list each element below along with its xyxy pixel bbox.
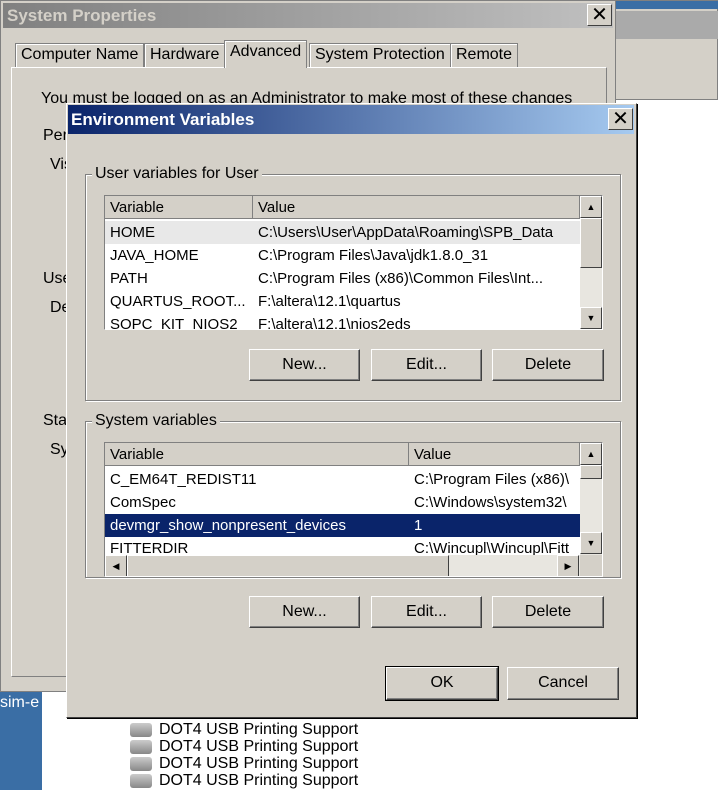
- table-row[interactable]: C_EM64T_REDIST11 C:\Program Files (x86)\: [105, 468, 580, 491]
- title-bar: System Properties: [3, 3, 613, 28]
- printer-icon: [130, 756, 152, 771]
- vertical-scrollbar[interactable]: ▲ ▼: [580, 443, 602, 555]
- table-row[interactable]: PATH C:\Program Files (x86)\Common Files\…: [105, 267, 580, 290]
- system-new-button[interactable]: New...: [249, 596, 360, 628]
- section-label: Per: [43, 127, 68, 144]
- printer-icon: [130, 739, 152, 754]
- table-row[interactable]: QUARTUS_ROOT... F:\altera\12.1\quartus: [105, 290, 580, 313]
- table-row-selected[interactable]: devmgr_show_nonpresent_devices 1: [105, 514, 580, 537]
- desktop-label: sim-e: [0, 694, 40, 711]
- window-title: System Properties: [7, 6, 157, 25]
- system-variables-list[interactable]: Variable Value C_EM64T_REDIST11 C:\Progra…: [104, 442, 603, 577]
- device-item[interactable]: DOT4 USB Printing Support: [130, 738, 358, 755]
- printer-icon: [130, 773, 152, 788]
- tab-system-protection[interactable]: System Protection: [309, 43, 451, 67]
- section-label: Sta: [43, 412, 68, 429]
- title-bar: Environment Variables: [68, 105, 634, 134]
- close-button[interactable]: ✕: [608, 108, 633, 130]
- device-item[interactable]: DOT4 USB Printing Support: [130, 721, 358, 738]
- scroll-thumb[interactable]: [127, 555, 449, 576]
- tab-computer-name[interactable]: Computer Name: [15, 43, 145, 67]
- horizontal-scrollbar[interactable]: ◀ ▶: [105, 555, 580, 576]
- scroll-up-button[interactable]: ▲: [580, 196, 602, 218]
- table-row[interactable]: SOPC_KIT_NIOS2 F:\altera\12.1\nios2eds: [105, 313, 580, 329]
- scroll-thumb[interactable]: [580, 218, 602, 268]
- column-header-variable[interactable]: Variable: [105, 443, 409, 466]
- environment-variables-dialog: Environment Variables ✕ User variables f…: [66, 103, 637, 718]
- close-button[interactable]: ✕: [587, 4, 612, 26]
- column-header-variable[interactable]: Variable: [105, 196, 253, 219]
- user-new-button[interactable]: New...: [249, 349, 360, 381]
- group-label: User variables for User: [92, 165, 262, 183]
- background-window: [615, 0, 718, 100]
- table-row[interactable]: HOME C:\Users\User\AppData\Roaming\SPB_Da…: [105, 221, 580, 244]
- column-header-value[interactable]: Value: [253, 196, 580, 219]
- scroll-right-button[interactable]: ▶: [557, 555, 579, 576]
- tab-hardware[interactable]: Hardware: [144, 43, 226, 67]
- system-delete-button[interactable]: Delete: [492, 596, 604, 628]
- scroll-left-button[interactable]: ◀: [105, 555, 127, 576]
- scroll-thumb[interactable]: [580, 465, 602, 479]
- ok-button[interactable]: OK: [385, 666, 499, 701]
- table-row[interactable]: JAVA_HOME C:\Program Files\Java\jdk1.8.0_…: [105, 244, 580, 267]
- printer-icon: [130, 722, 152, 737]
- scroll-down-button[interactable]: ▼: [580, 532, 602, 554]
- scroll-up-button[interactable]: ▲: [580, 443, 602, 465]
- user-edit-button[interactable]: Edit...: [371, 349, 482, 381]
- table-row[interactable]: ComSpec C:\Windows\system32\: [105, 491, 580, 514]
- tab-remote[interactable]: Remote: [450, 43, 519, 67]
- scroll-down-button[interactable]: ▼: [580, 307, 602, 329]
- user-delete-button[interactable]: Delete: [492, 349, 604, 381]
- device-item[interactable]: DOT4 USB Printing Support: [130, 755, 358, 772]
- group-label: System variables: [92, 412, 220, 430]
- cancel-button[interactable]: Cancel: [507, 667, 619, 700]
- column-header-value[interactable]: Value: [409, 443, 580, 466]
- dialog-title: Environment Variables: [71, 110, 255, 129]
- scrollbar-corner: [580, 555, 602, 576]
- device-item[interactable]: DOT4 USB Printing Support: [130, 772, 358, 789]
- vertical-scrollbar[interactable]: ▲ ▼: [580, 196, 602, 329]
- system-edit-button[interactable]: Edit...: [371, 596, 482, 628]
- tab-advanced[interactable]: Advanced: [224, 40, 308, 68]
- user-variables-list[interactable]: Variable Value HOME C:\Users\User\AppData…: [104, 195, 603, 330]
